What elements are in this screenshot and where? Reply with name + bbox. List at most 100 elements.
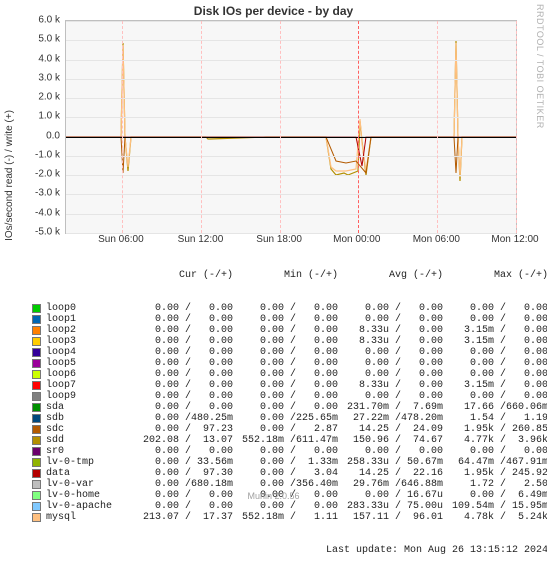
legend-value: 8.33u / 0.00 xyxy=(338,380,443,391)
legend-swatch xyxy=(32,480,41,489)
legend-value: 0.00 / 0.00 xyxy=(338,347,443,358)
legend-swatch xyxy=(32,304,41,313)
legend-value: 0.00 / 0.00 xyxy=(233,347,338,358)
y-tick-label: 0.0 xyxy=(28,130,60,141)
legend-value: 0.00 / 0.00 xyxy=(443,303,547,314)
legend-value: 0.00 / 33.56m xyxy=(128,457,233,468)
legend-row: loop2 0.00 / 0.00 0.00 / 0.00 8.33u / 0.… xyxy=(32,325,547,336)
legend-row: sdb 0.00 /480.25m 0.00 /225.65m 27.22m /… xyxy=(32,413,547,424)
legend-value: 0.00 / 0.00 xyxy=(443,347,547,358)
y-tick-label: 5.0 k xyxy=(28,34,60,45)
chart-lines xyxy=(66,21,516,233)
legend-row: mysql 213.07 / 17.37552.18m / 1.11 157.1… xyxy=(32,512,547,523)
legend-row: loop4 0.00 / 0.00 0.00 / 0.00 0.00 / 0.0… xyxy=(32,347,547,358)
x-tick-label: Mon 06:00 xyxy=(413,234,460,245)
legend-row: sdd 202.08 / 13.07552.18m /611.47m 150.9… xyxy=(32,435,547,446)
legend-swatch xyxy=(32,502,41,511)
legend-value: 0.00 / 0.00 xyxy=(338,314,443,325)
legend-value: 1.54 / 1.19 xyxy=(443,413,547,424)
legend-value: 14.25 / 24.09 xyxy=(338,424,443,435)
legend-swatch xyxy=(32,337,41,346)
y-tick-label: 4.0 k xyxy=(28,53,60,64)
legend-swatch xyxy=(32,513,41,522)
legend-name: sdc xyxy=(46,424,128,435)
legend-name: loop9 xyxy=(46,391,128,402)
legend-value: 0.00 / 3.04 xyxy=(233,468,338,479)
legend-name: loop3 xyxy=(46,336,128,347)
chart-title: Disk IOs per device - by day xyxy=(0,4,547,18)
legend-row: loop3 0.00 / 0.00 0.00 / 0.00 8.33u / 0.… xyxy=(32,336,547,347)
y-tick-label: -3.0 k xyxy=(28,188,60,199)
legend-name: data xyxy=(46,468,128,479)
y-tick-label: 2.0 k xyxy=(28,92,60,103)
legend-swatch xyxy=(32,315,41,324)
legend-table: Cur (-/+)Min (-/+)Avg (-/+)Max (-/+) loo… xyxy=(32,248,547,567)
legend-swatch xyxy=(32,370,41,379)
legend-name: loop7 xyxy=(46,380,128,391)
legend-name: sdb xyxy=(46,413,128,424)
legend-value: 0.00 / 0.00 xyxy=(233,314,338,325)
legend-name: loop6 xyxy=(46,369,128,380)
plot-area xyxy=(65,20,517,234)
legend-value: 0.00 / 0.00 xyxy=(443,369,547,380)
legend-value: 0.00 / 0.00 xyxy=(128,303,233,314)
legend-swatch xyxy=(32,414,41,423)
legend-value: 150.96 / 74.67 xyxy=(338,435,443,446)
legend-swatch xyxy=(32,359,41,368)
legend-name: sda xyxy=(46,402,128,413)
legend-name: sdd xyxy=(46,435,128,446)
legend-value: 0.00 / 0.00 xyxy=(338,369,443,380)
legend-swatch xyxy=(32,458,41,467)
y-tick-label: -1.0 k xyxy=(28,149,60,160)
legend-value: 0.00 /356.40m xyxy=(233,479,338,490)
legend-value: 0.00 / 0.00 xyxy=(233,325,338,336)
legend-swatch xyxy=(32,326,41,335)
legend-name: loop1 xyxy=(46,314,128,325)
x-tick-label: Mon 00:00 xyxy=(333,234,380,245)
y-tick-label: -4.0 k xyxy=(28,207,60,218)
legend-value: 0.00 / 0.00 xyxy=(128,391,233,402)
legend-swatch xyxy=(32,348,41,357)
legend-value: 0.00 / 0.00 xyxy=(128,380,233,391)
legend-value: 4.78k / 5.24k xyxy=(443,512,547,523)
legend-row: data 0.00 / 97.30 0.00 / 3.04 14.25 / 22… xyxy=(32,468,547,479)
legend-value: 3.15m / 0.00 xyxy=(443,336,547,347)
legend-name: lv-0-home xyxy=(46,490,128,501)
legend-value: 0.00 / 0.00 xyxy=(233,402,338,413)
legend-swatch xyxy=(32,447,41,456)
legend-value: 64.47m /467.91m xyxy=(443,457,547,468)
legend-value: 0.00 / 0.00 xyxy=(338,303,443,314)
legend-value: 3.15m / 0.00 xyxy=(443,380,547,391)
legend-name: mysql xyxy=(46,512,128,523)
legend-value: 0.00 / 0.00 xyxy=(233,380,338,391)
legend-value: 0.00 / 0.00 xyxy=(128,325,233,336)
legend-value: 14.25 / 22.16 xyxy=(338,468,443,479)
legend-value: 0.00 / 0.00 xyxy=(233,336,338,347)
legend-value: 258.33u / 50.67m xyxy=(338,457,443,468)
x-tick-label: Sun 18:00 xyxy=(256,234,302,245)
legend-value: 0.00 / 2.87 xyxy=(233,424,338,435)
legend-value: 0.00 / 0.00 xyxy=(233,391,338,402)
legend-value: 0.00 /480.25m xyxy=(128,413,233,424)
legend-value: 0.00 / 16.67u xyxy=(338,490,443,501)
legend-value: 0.00 / 97.23 xyxy=(128,424,233,435)
legend-value: 213.07 / 17.37 xyxy=(128,512,233,523)
legend-value: 0.00 / 0.00 xyxy=(128,314,233,325)
legend-row: loop1 0.00 / 0.00 0.00 / 0.00 0.00 / 0.0… xyxy=(32,314,547,325)
legend-swatch xyxy=(32,392,41,401)
legend-value: 157.11 / 96.01 xyxy=(338,512,443,523)
y-tick-label: -2.0 k xyxy=(28,169,60,180)
legend-value: 0.00 / 0.00 xyxy=(443,391,547,402)
legend-value: 0.00 / 6.49m xyxy=(443,490,547,501)
legend-swatch xyxy=(32,469,41,478)
legend-value: 0.00 / 0.00 xyxy=(443,446,547,457)
legend-value: 552.18m /611.47m xyxy=(233,435,338,446)
legend-name: loop2 xyxy=(46,325,128,336)
legend-value: 8.33u / 0.00 xyxy=(338,325,443,336)
x-tick-label: Sun 06:00 xyxy=(98,234,144,245)
legend-row: loop7 0.00 / 0.00 0.00 / 0.00 8.33u / 0.… xyxy=(32,380,547,391)
legend-value: 0.00 /225.65m xyxy=(233,413,338,424)
legend-value: 0.00 / 0.00 xyxy=(128,369,233,380)
legend-name: loop4 xyxy=(46,347,128,358)
legend-row: sr0 0.00 / 0.00 0.00 / 0.00 0.00 / 0.00 … xyxy=(32,446,547,457)
